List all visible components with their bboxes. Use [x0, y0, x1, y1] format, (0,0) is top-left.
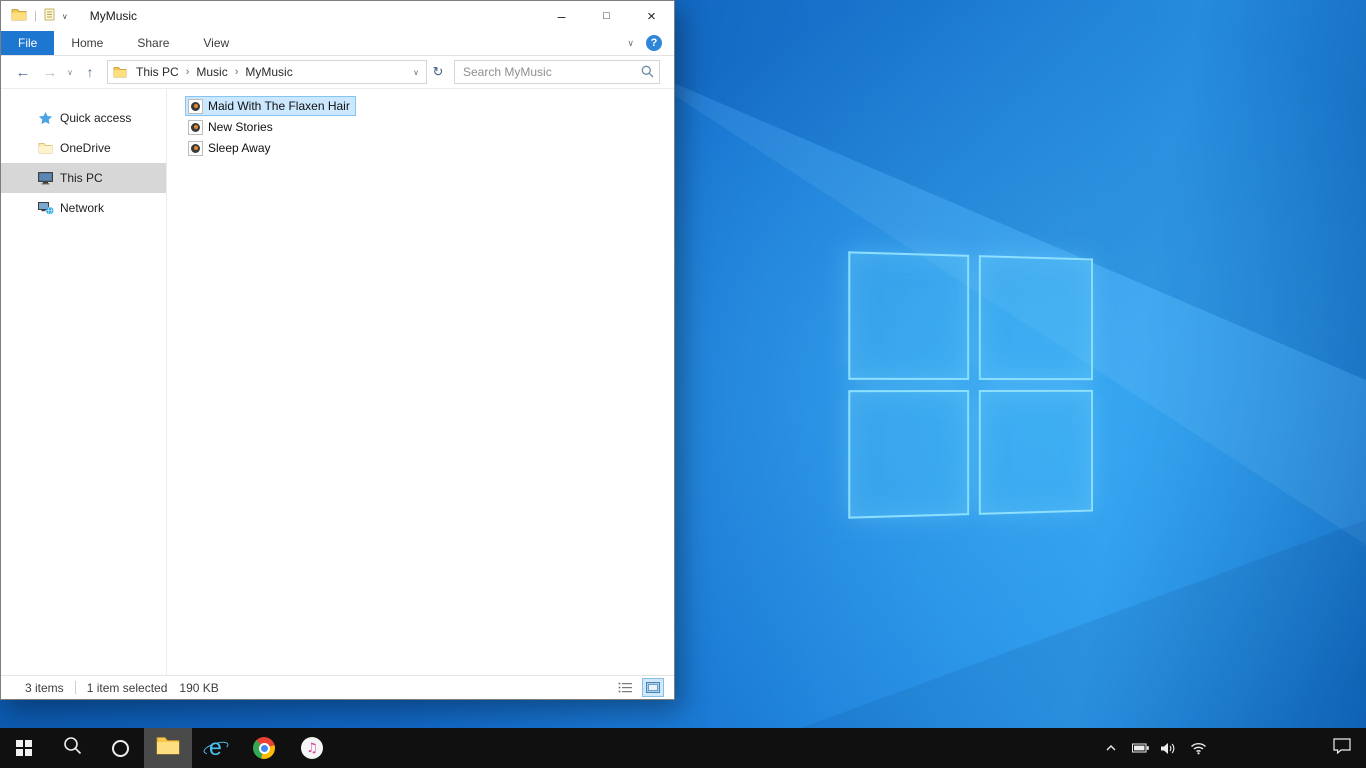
- details-view-button[interactable]: [614, 678, 636, 697]
- hidden-icons-chevron-icon[interactable]: [1101, 728, 1121, 768]
- status-bar: 3 items 1 item selected 190 KB: [1, 675, 674, 699]
- refresh-button[interactable]: ↻: [427, 60, 449, 84]
- help-icon[interactable]: ?: [646, 35, 662, 51]
- sidebar-item-this-pc[interactable]: This PC: [1, 163, 166, 193]
- file-row[interactable]: Maid With The Flaxen Hair: [185, 96, 356, 116]
- breadcrumb-separator-icon: ›: [185, 66, 190, 78]
- ribbon-tab-bar: File Home Share View ∨ ?: [1, 31, 674, 56]
- tab-view[interactable]: View: [186, 31, 246, 55]
- address-bar[interactable]: This PC › Music › MyMusic ∨: [107, 60, 427, 84]
- breadcrumb-this-pc[interactable]: This PC: [132, 65, 183, 79]
- sidebar-item-network[interactable]: Network: [1, 193, 166, 223]
- tab-share[interactable]: Share: [120, 31, 186, 55]
- window-controls: – □ ×: [539, 1, 674, 31]
- address-dropdown-chevron-icon[interactable]: ∨: [406, 68, 426, 77]
- cortana-icon: [111, 739, 129, 757]
- file-name: Maid With The Flaxen Hair: [208, 99, 350, 113]
- action-center-icon: [1333, 737, 1351, 759]
- sidebar-item-label: This PC: [60, 171, 103, 185]
- audio-file-icon: [188, 140, 203, 156]
- network-icon: [35, 201, 55, 215]
- recent-locations-chevron-icon[interactable]: ∨: [63, 59, 77, 85]
- navigation-bar: ← → ∨ ↑ This PC › Music › MyMusic ∨ ↻: [1, 56, 674, 89]
- battery-icon[interactable]: [1130, 728, 1150, 768]
- search-icon: [63, 736, 82, 760]
- windows-logo-pane: [848, 251, 970, 380]
- taskbar-search-button[interactable]: [48, 728, 96, 768]
- selection-size: 190 KB: [179, 680, 219, 695]
- back-button[interactable]: ←: [9, 59, 37, 85]
- action-center-button[interactable]: [1318, 728, 1366, 768]
- itunes-icon: ♫: [301, 737, 323, 759]
- sidebar-item-onedrive[interactable]: OneDrive: [1, 133, 166, 163]
- computer-icon: [35, 171, 55, 185]
- audio-file-icon: [188, 119, 203, 135]
- customize-toolbar-chevron-icon[interactable]: ∨: [62, 12, 68, 21]
- ribbon-right-controls: ∨ ?: [627, 31, 674, 55]
- minimize-button[interactable]: –: [539, 1, 584, 31]
- cortana-button[interactable]: [96, 728, 144, 768]
- selection-count: 1 item selected: [86, 680, 168, 695]
- close-button[interactable]: ×: [629, 1, 674, 31]
- file-name: New Stories: [208, 120, 273, 134]
- search-box: [454, 60, 660, 84]
- system-tray: [1101, 728, 1208, 768]
- items-count: 3 items: [25, 680, 64, 695]
- sidebar-item-quick-access[interactable]: Quick access: [1, 103, 166, 133]
- search-icon[interactable]: [641, 65, 654, 81]
- taskbar: e ♫: [0, 728, 1366, 768]
- window-body: Quick access OneDrive This PC Network Ma…: [1, 89, 674, 675]
- chrome-icon: [253, 737, 275, 759]
- tab-home[interactable]: Home: [54, 31, 120, 55]
- internet-explorer-button[interactable]: e: [192, 728, 240, 768]
- large-icons-view-button[interactable]: [642, 678, 664, 697]
- window-title: MyMusic: [89, 9, 138, 23]
- toolbar-separator: |: [34, 10, 37, 22]
- breadcrumb-mymusic[interactable]: MyMusic: [241, 65, 296, 79]
- desktop: | ∨ MyMusic – □ × File Home Share View ∨…: [0, 0, 1366, 768]
- audio-file-icon: [188, 98, 203, 114]
- itunes-button[interactable]: ♫: [288, 728, 336, 768]
- search-input[interactable]: [454, 60, 660, 84]
- file-list-pane: Maid With The Flaxen Hair New Stories Sl…: [167, 89, 674, 675]
- windows-logo-pane: [978, 389, 1093, 515]
- star-icon: [35, 111, 55, 126]
- tab-file[interactable]: File: [1, 31, 55, 55]
- chrome-button[interactable]: [240, 728, 288, 768]
- windows-start-icon: [16, 740, 32, 756]
- volume-icon[interactable]: [1159, 728, 1179, 768]
- sidebar-item-label: Network: [60, 201, 105, 215]
- status-divider: [74, 681, 76, 694]
- expand-ribbon-chevron-icon[interactable]: ∨: [627, 38, 634, 49]
- file-row[interactable]: New Stories: [185, 117, 279, 137]
- file-explorer-window: | ∨ MyMusic – □ × File Home Share View ∨…: [0, 0, 675, 700]
- folder-icon: [11, 8, 27, 24]
- titlebar: | ∨ MyMusic – □ ×: [1, 1, 674, 31]
- up-button[interactable]: ↑: [77, 59, 103, 85]
- windows-logo-pane: [978, 255, 1093, 381]
- taskbar-file-explorer-button[interactable]: [144, 728, 192, 768]
- breadcrumb-separator-icon: ›: [234, 66, 239, 78]
- breadcrumb-music[interactable]: Music: [192, 65, 231, 79]
- file-list: Maid With The Flaxen Hair New Stories Sl…: [185, 96, 674, 159]
- sidebar-item-label: Quick access: [60, 111, 132, 125]
- file-explorer-icon: [156, 736, 180, 760]
- network-wifi-icon[interactable]: [1188, 728, 1208, 768]
- start-button[interactable]: [0, 728, 48, 768]
- quick-access-toolbar: | ∨: [1, 8, 68, 24]
- address-folder-icon: [113, 66, 127, 78]
- navigation-pane: Quick access OneDrive This PC Network: [1, 89, 167, 675]
- file-row[interactable]: Sleep Away: [185, 138, 277, 158]
- forward-button[interactable]: →: [37, 59, 63, 85]
- windows-logo-pane: [848, 390, 970, 519]
- internet-explorer-icon: e: [202, 734, 230, 761]
- windows-logo-wallpaper: [848, 251, 1093, 519]
- onedrive-folder-icon: [35, 142, 55, 154]
- maximize-button[interactable]: □: [584, 1, 629, 31]
- sidebar-item-label: OneDrive: [60, 141, 111, 155]
- properties-icon[interactable]: [44, 8, 55, 24]
- file-name: Sleep Away: [208, 141, 271, 155]
- view-toggle-buttons: [614, 678, 674, 697]
